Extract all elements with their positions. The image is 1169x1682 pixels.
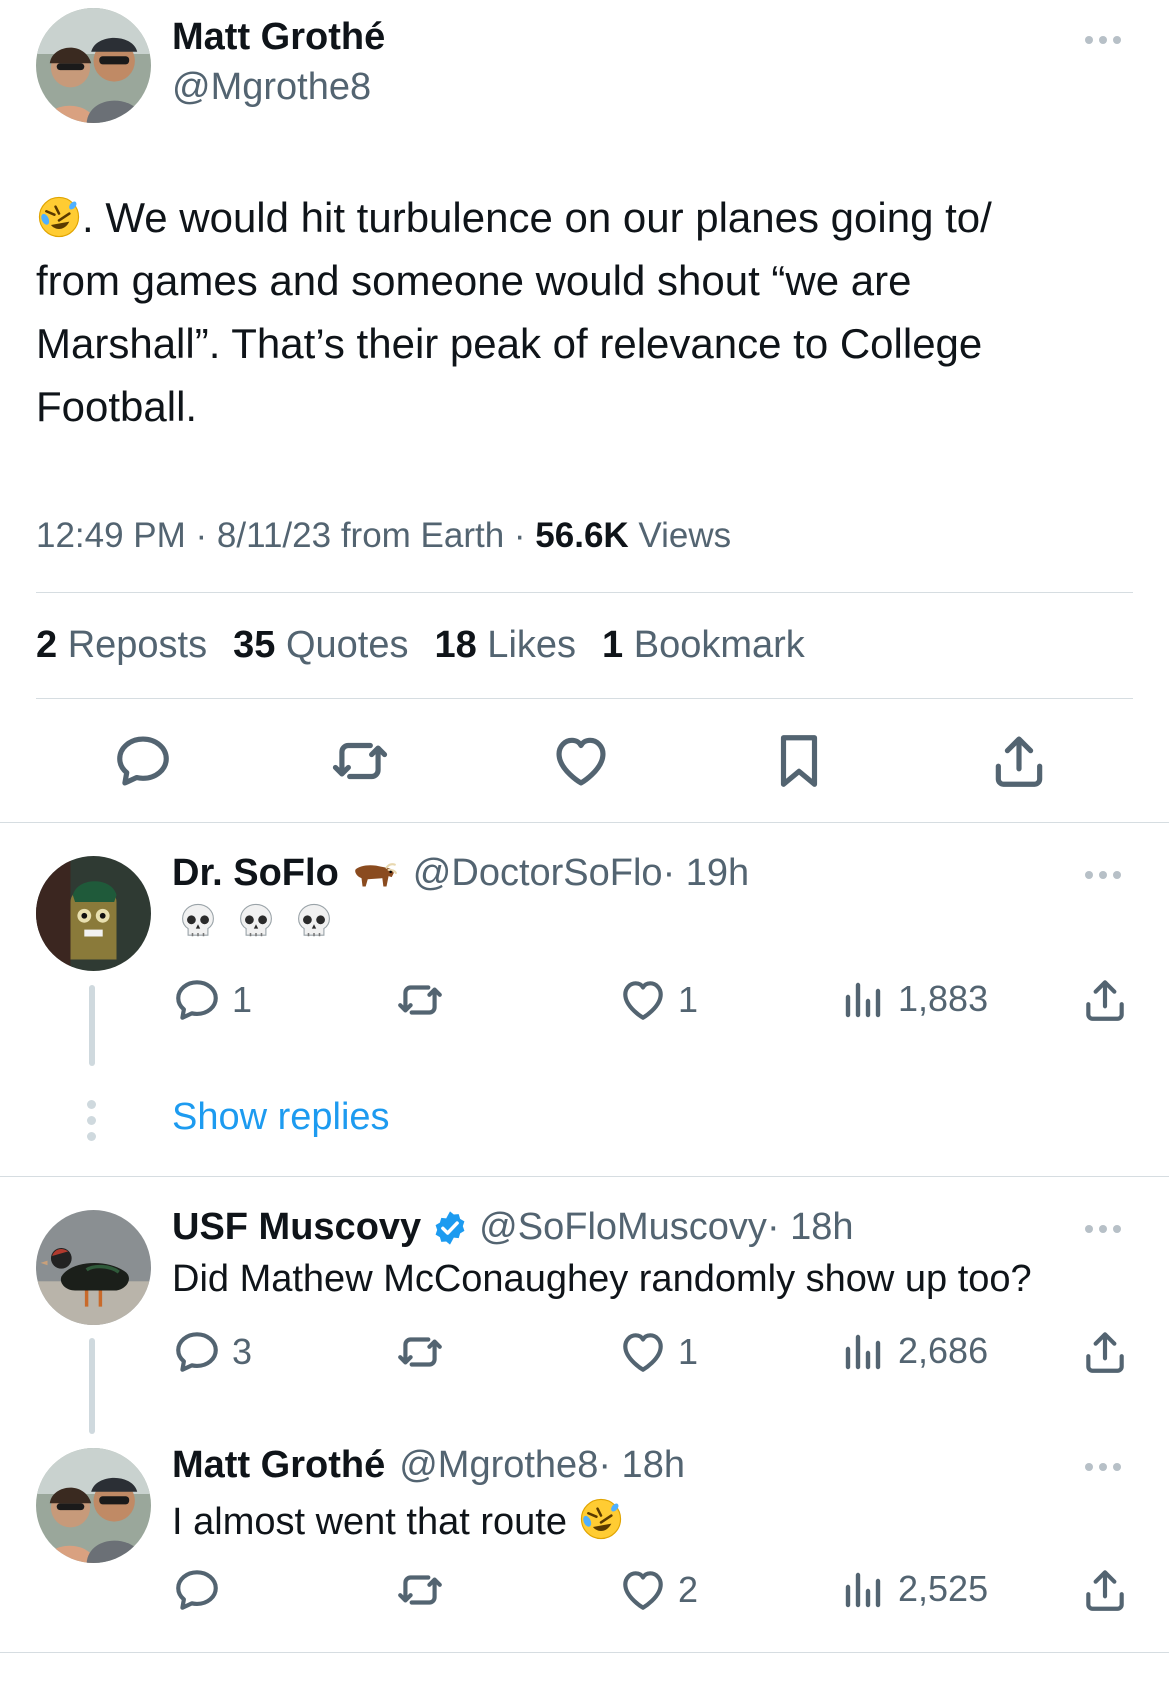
share-button[interactable] [1080, 975, 1130, 1025]
repost-icon [394, 975, 446, 1025]
share-icon [988, 730, 1050, 792]
show-replies-link[interactable]: Show replies [172, 1096, 390, 1139]
reply-icon [172, 1565, 222, 1615]
like-icon [618, 1327, 668, 1377]
share-icon [1080, 1565, 1130, 1615]
divider [0, 1176, 1169, 1177]
more-options-icon[interactable] [1085, 36, 1121, 44]
reply-button[interactable] [112, 730, 174, 792]
repost-icon [394, 1565, 446, 1615]
share-icon [1080, 1327, 1130, 1377]
views-icon [840, 1327, 888, 1375]
verified-badge-icon [431, 1209, 469, 1247]
skull-emoji [292, 900, 336, 944]
repost-button[interactable] [328, 730, 392, 792]
like-count: 1 [678, 1331, 699, 1372]
views-button[interactable]: 2,686 [840, 1327, 988, 1375]
more-options-icon[interactable] [1085, 871, 1121, 879]
reply-author-handle[interactable]: @SoFloMuscovy [479, 1206, 767, 1249]
reply-avatar[interactable] [36, 1448, 151, 1563]
bookmark-button[interactable] [768, 730, 830, 792]
bookmarks-stat[interactable]: 1 Bookmark [602, 624, 805, 666]
more-options-icon[interactable] [1085, 1225, 1121, 1233]
repost-button[interactable] [394, 1565, 456, 1615]
reply-author-handle[interactable]: @Mgrothe8 [399, 1444, 598, 1487]
reposts-stat[interactable]: 2 Reposts [36, 624, 207, 666]
share-button[interactable] [1080, 1565, 1130, 1615]
views-icon [840, 1565, 888, 1613]
repost-icon [394, 1327, 446, 1377]
reply-text [176, 900, 336, 944]
reply-text: I almost went that route [172, 1496, 624, 1544]
timestamp[interactable]: 12:49 PM · 8/11/23 from Earth · [36, 516, 535, 555]
author-handle[interactable]: @Mgrothe8 [172, 66, 371, 109]
like-count: 1 [678, 979, 699, 1020]
views-button[interactable]: 2,525 [840, 1565, 988, 1613]
like-icon [550, 730, 612, 792]
reply-count: 1 [232, 979, 253, 1020]
divider [0, 1652, 1169, 1653]
view-count: 2,686 [898, 1330, 989, 1371]
reply-text: Did Mathew McConaughey randomly show up … [172, 1258, 1032, 1300]
repost-button[interactable] [394, 1327, 456, 1377]
view-count: 2,525 [898, 1568, 989, 1609]
more-options-icon[interactable] [1085, 1463, 1121, 1471]
like-button[interactable]: 1 [618, 975, 698, 1025]
views-icon [840, 975, 888, 1023]
like-button[interactable]: 1 [618, 1327, 698, 1377]
divider [36, 698, 1133, 699]
reply-author-name[interactable]: USF Muscovy [172, 1206, 421, 1249]
views-label: Views [628, 516, 732, 555]
reply-header: Dr. SoFlo @DoctorSoFlo · 19h [172, 852, 749, 895]
tweet-meta: 12:49 PM · 8/11/23 from Earth · 56.6K Vi… [36, 516, 731, 556]
thread-line [89, 985, 95, 1066]
skull-emoji [234, 900, 278, 944]
reply-button[interactable]: 3 [172, 1327, 252, 1377]
reply-time[interactable]: · 18h [598, 1444, 685, 1487]
reply-count: 3 [232, 1331, 253, 1372]
reply-author-name[interactable]: Dr. SoFlo [172, 852, 339, 895]
skull-emoji [176, 900, 220, 944]
repost-button[interactable] [394, 975, 456, 1025]
reply-avatar[interactable] [36, 1210, 151, 1325]
likes-stat[interactable]: 18 Likes [434, 624, 576, 666]
reply-author-handle[interactable]: @DoctorSoFlo [413, 852, 663, 895]
reply-icon [172, 975, 222, 1025]
view-count: 1,883 [898, 978, 989, 1019]
rofl-emoji [36, 194, 82, 240]
ox-emoji [349, 855, 399, 893]
tweet-stats: 2 Reposts 35 Quotes 18 Likes 1 Bookmark [36, 624, 805, 667]
reply-header: Matt Grothé @Mgrothe8 · 18h [172, 1444, 685, 1487]
tweet-text: . We would hit turbulence on our planes … [36, 194, 992, 430]
views-count: 56.6K [535, 516, 629, 555]
repost-icon [328, 730, 392, 792]
reply-avatar[interactable] [36, 856, 151, 971]
like-button[interactable] [550, 730, 612, 792]
share-icon [1080, 975, 1130, 1025]
thread-line [89, 1338, 95, 1434]
reply-button[interactable]: 1 [172, 975, 252, 1025]
quotes-stat[interactable]: 35 Quotes [233, 624, 408, 666]
reply-time[interactable]: · 19h [663, 852, 750, 895]
reply-icon [172, 1327, 222, 1377]
divider [0, 822, 1169, 823]
like-icon [618, 975, 668, 1025]
reply-time[interactable]: · 18h [767, 1206, 854, 1249]
thread-more-dots [87, 1100, 96, 1141]
like-count: 2 [678, 1569, 699, 1610]
reply-icon [112, 730, 174, 792]
author-avatar[interactable] [36, 8, 151, 123]
reply-author-name[interactable]: Matt Grothé [172, 1444, 385, 1487]
views-button[interactable]: 1,883 [840, 975, 988, 1023]
like-icon [618, 1565, 668, 1615]
author-name[interactable]: Matt Grothé [172, 16, 385, 59]
reply-button[interactable] [172, 1565, 232, 1615]
share-button[interactable] [988, 730, 1050, 792]
share-button[interactable] [1080, 1327, 1130, 1377]
bookmark-icon [768, 730, 830, 792]
like-button[interactable]: 2 [618, 1565, 698, 1615]
rofl-emoji [578, 1496, 624, 1542]
divider [36, 592, 1133, 593]
reply-header: USF Muscovy @SoFloMuscovy · 18h [172, 1206, 854, 1249]
